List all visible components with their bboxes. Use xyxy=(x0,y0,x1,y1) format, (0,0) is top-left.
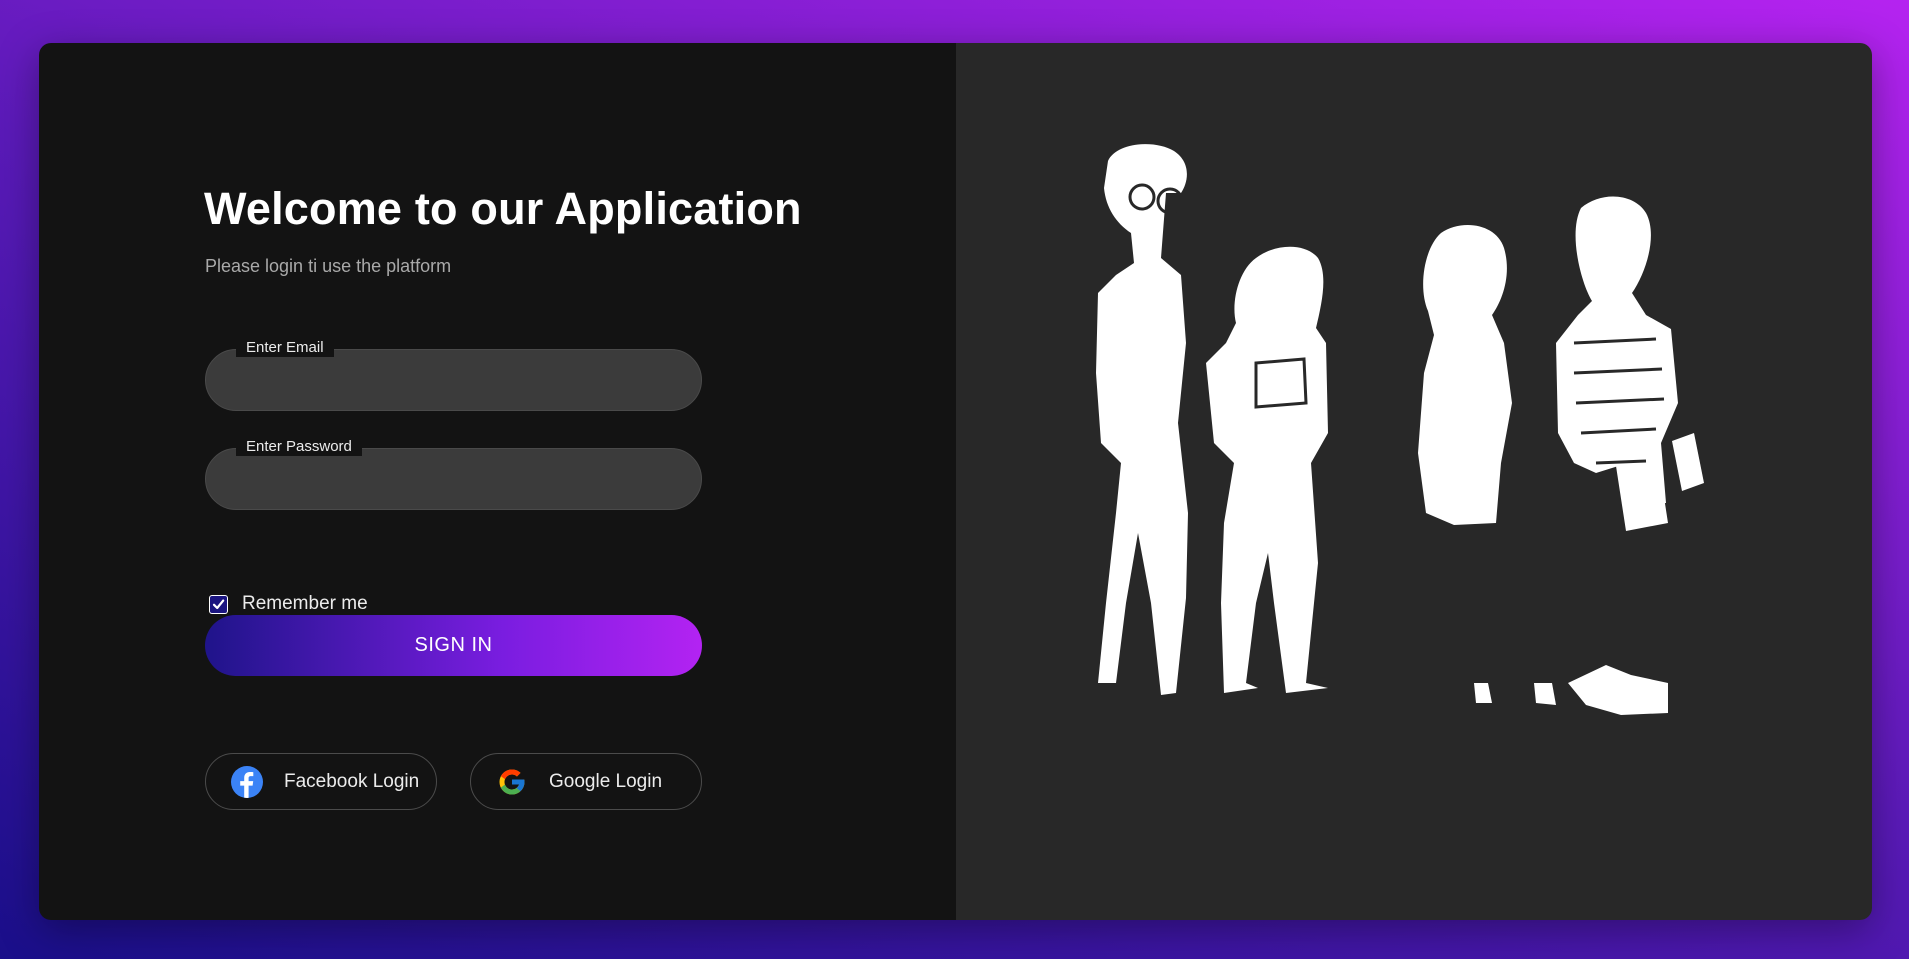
sign-in-button[interactable]: SIGN IN xyxy=(205,615,702,676)
google-icon xyxy=(495,765,529,799)
email-label: Enter Email xyxy=(236,338,334,357)
facebook-login-label: Facebook Login xyxy=(284,770,420,792)
facebook-login-button[interactable]: Facebook Login xyxy=(205,753,437,810)
checkmark-icon xyxy=(210,595,227,613)
google-login-button[interactable]: Google Login xyxy=(470,753,702,810)
illustration-panel xyxy=(956,43,1872,920)
remember-label: Remember me xyxy=(242,593,368,614)
page-subtitle: Please login ti use the platform xyxy=(205,256,452,276)
remember-checkbox[interactable] xyxy=(209,594,228,614)
page-title: Welcome to our Application xyxy=(204,183,802,234)
login-panel: Welcome to our Application Please login … xyxy=(39,43,956,920)
login-card: Welcome to our Application Please login … xyxy=(39,43,1872,920)
facebook-icon xyxy=(230,765,264,799)
remember-me[interactable]: Remember me xyxy=(209,593,368,615)
google-login-label: Google Login xyxy=(549,770,663,792)
email-input[interactable] xyxy=(206,350,701,410)
email-field[interactable]: Enter Email xyxy=(205,338,702,411)
password-field[interactable]: Enter Password xyxy=(205,437,702,510)
people-group-icon xyxy=(1096,144,1704,715)
password-input[interactable] xyxy=(206,449,701,509)
password-label: Enter Password xyxy=(236,437,362,456)
